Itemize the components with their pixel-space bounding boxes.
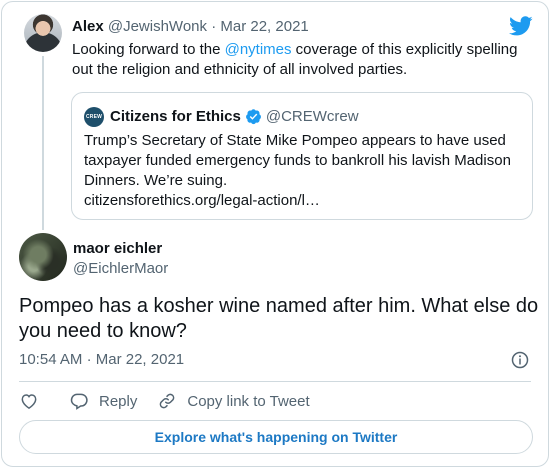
quote-body: Trump’s Secretary of State Mike Pompeo a… xyxy=(84,132,511,189)
quote-author-handle[interactable]: @CREWcrew xyxy=(266,108,359,125)
tweet2-text: Pompeo has a kosher wine named after him… xyxy=(19,295,539,342)
maor-avatar[interactable] xyxy=(19,233,67,281)
tweet1-date[interactable]: Mar 22, 2021 xyxy=(220,18,308,35)
crew-avatar-label: CREW xyxy=(85,114,103,120)
copy-link-button[interactable]: Copy link to Tweet xyxy=(157,391,310,411)
tweet1-text-before: Looking forward to the xyxy=(72,41,225,58)
quote-link[interactable]: citizensforethics.org/legal-action/l… xyxy=(84,191,524,211)
tweet2-author-handle[interactable]: @EichlerMaor xyxy=(73,260,168,277)
alex-avatar[interactable] xyxy=(24,14,62,52)
tweet2-date: Mar 22, 2021 xyxy=(95,351,185,368)
copy-link-label: Copy link to Tweet xyxy=(187,392,310,410)
nytimes-mention-link[interactable]: @nytimes xyxy=(225,41,292,58)
like-button[interactable] xyxy=(19,391,49,411)
tweet1-author-name[interactable]: Alex xyxy=(72,18,104,35)
twitter-bird-icon[interactable] xyxy=(509,14,533,38)
quote-text: Trump’s Secretary of State Mike Pompeo a… xyxy=(84,131,524,211)
tweet1-separator: · xyxy=(211,18,217,35)
tweet2-separator: · xyxy=(86,351,92,368)
tweet1-author-handle[interactable]: @JewishWonk xyxy=(108,18,207,35)
info-icon[interactable] xyxy=(511,351,529,369)
embedded-tweet-card: Alex @JewishWonk · Mar 22, 2021 Looking … xyxy=(1,1,549,467)
reply-label: Reply xyxy=(99,392,138,410)
thread-line xyxy=(42,56,44,230)
reply-bubble-icon xyxy=(70,393,88,410)
link-icon xyxy=(160,393,175,409)
crew-avatar[interactable]: CREW xyxy=(84,107,104,127)
reply-button[interactable]: Reply xyxy=(69,391,137,411)
quote-author-name[interactable]: Citizens for Ethics xyxy=(110,108,241,125)
verified-badge-icon xyxy=(245,109,261,125)
action-bar: Reply Copy link to Tweet xyxy=(19,390,330,412)
tweet1-header: Alex @JewishWonk · Mar 22, 2021 xyxy=(72,18,309,35)
explore-twitter-button[interactable]: Explore what's happening on Twitter xyxy=(19,420,533,454)
tweet1-text: Looking forward to the @nytimes coverage… xyxy=(72,40,532,80)
quote-header: Citizens for Ethics @CREWcrew xyxy=(110,108,359,125)
tweet2-timestamp[interactable]: 10:54 AM · Mar 22, 2021 xyxy=(19,351,184,368)
quoted-tweet[interactable]: CREW Citizens for Ethics @CREWcrew Trump… xyxy=(71,92,533,220)
divider xyxy=(19,381,531,382)
tweet2-author-name[interactable]: maor eichler xyxy=(73,240,162,257)
tweet2-time: 10:54 AM xyxy=(19,351,83,368)
heart-icon xyxy=(21,394,37,409)
